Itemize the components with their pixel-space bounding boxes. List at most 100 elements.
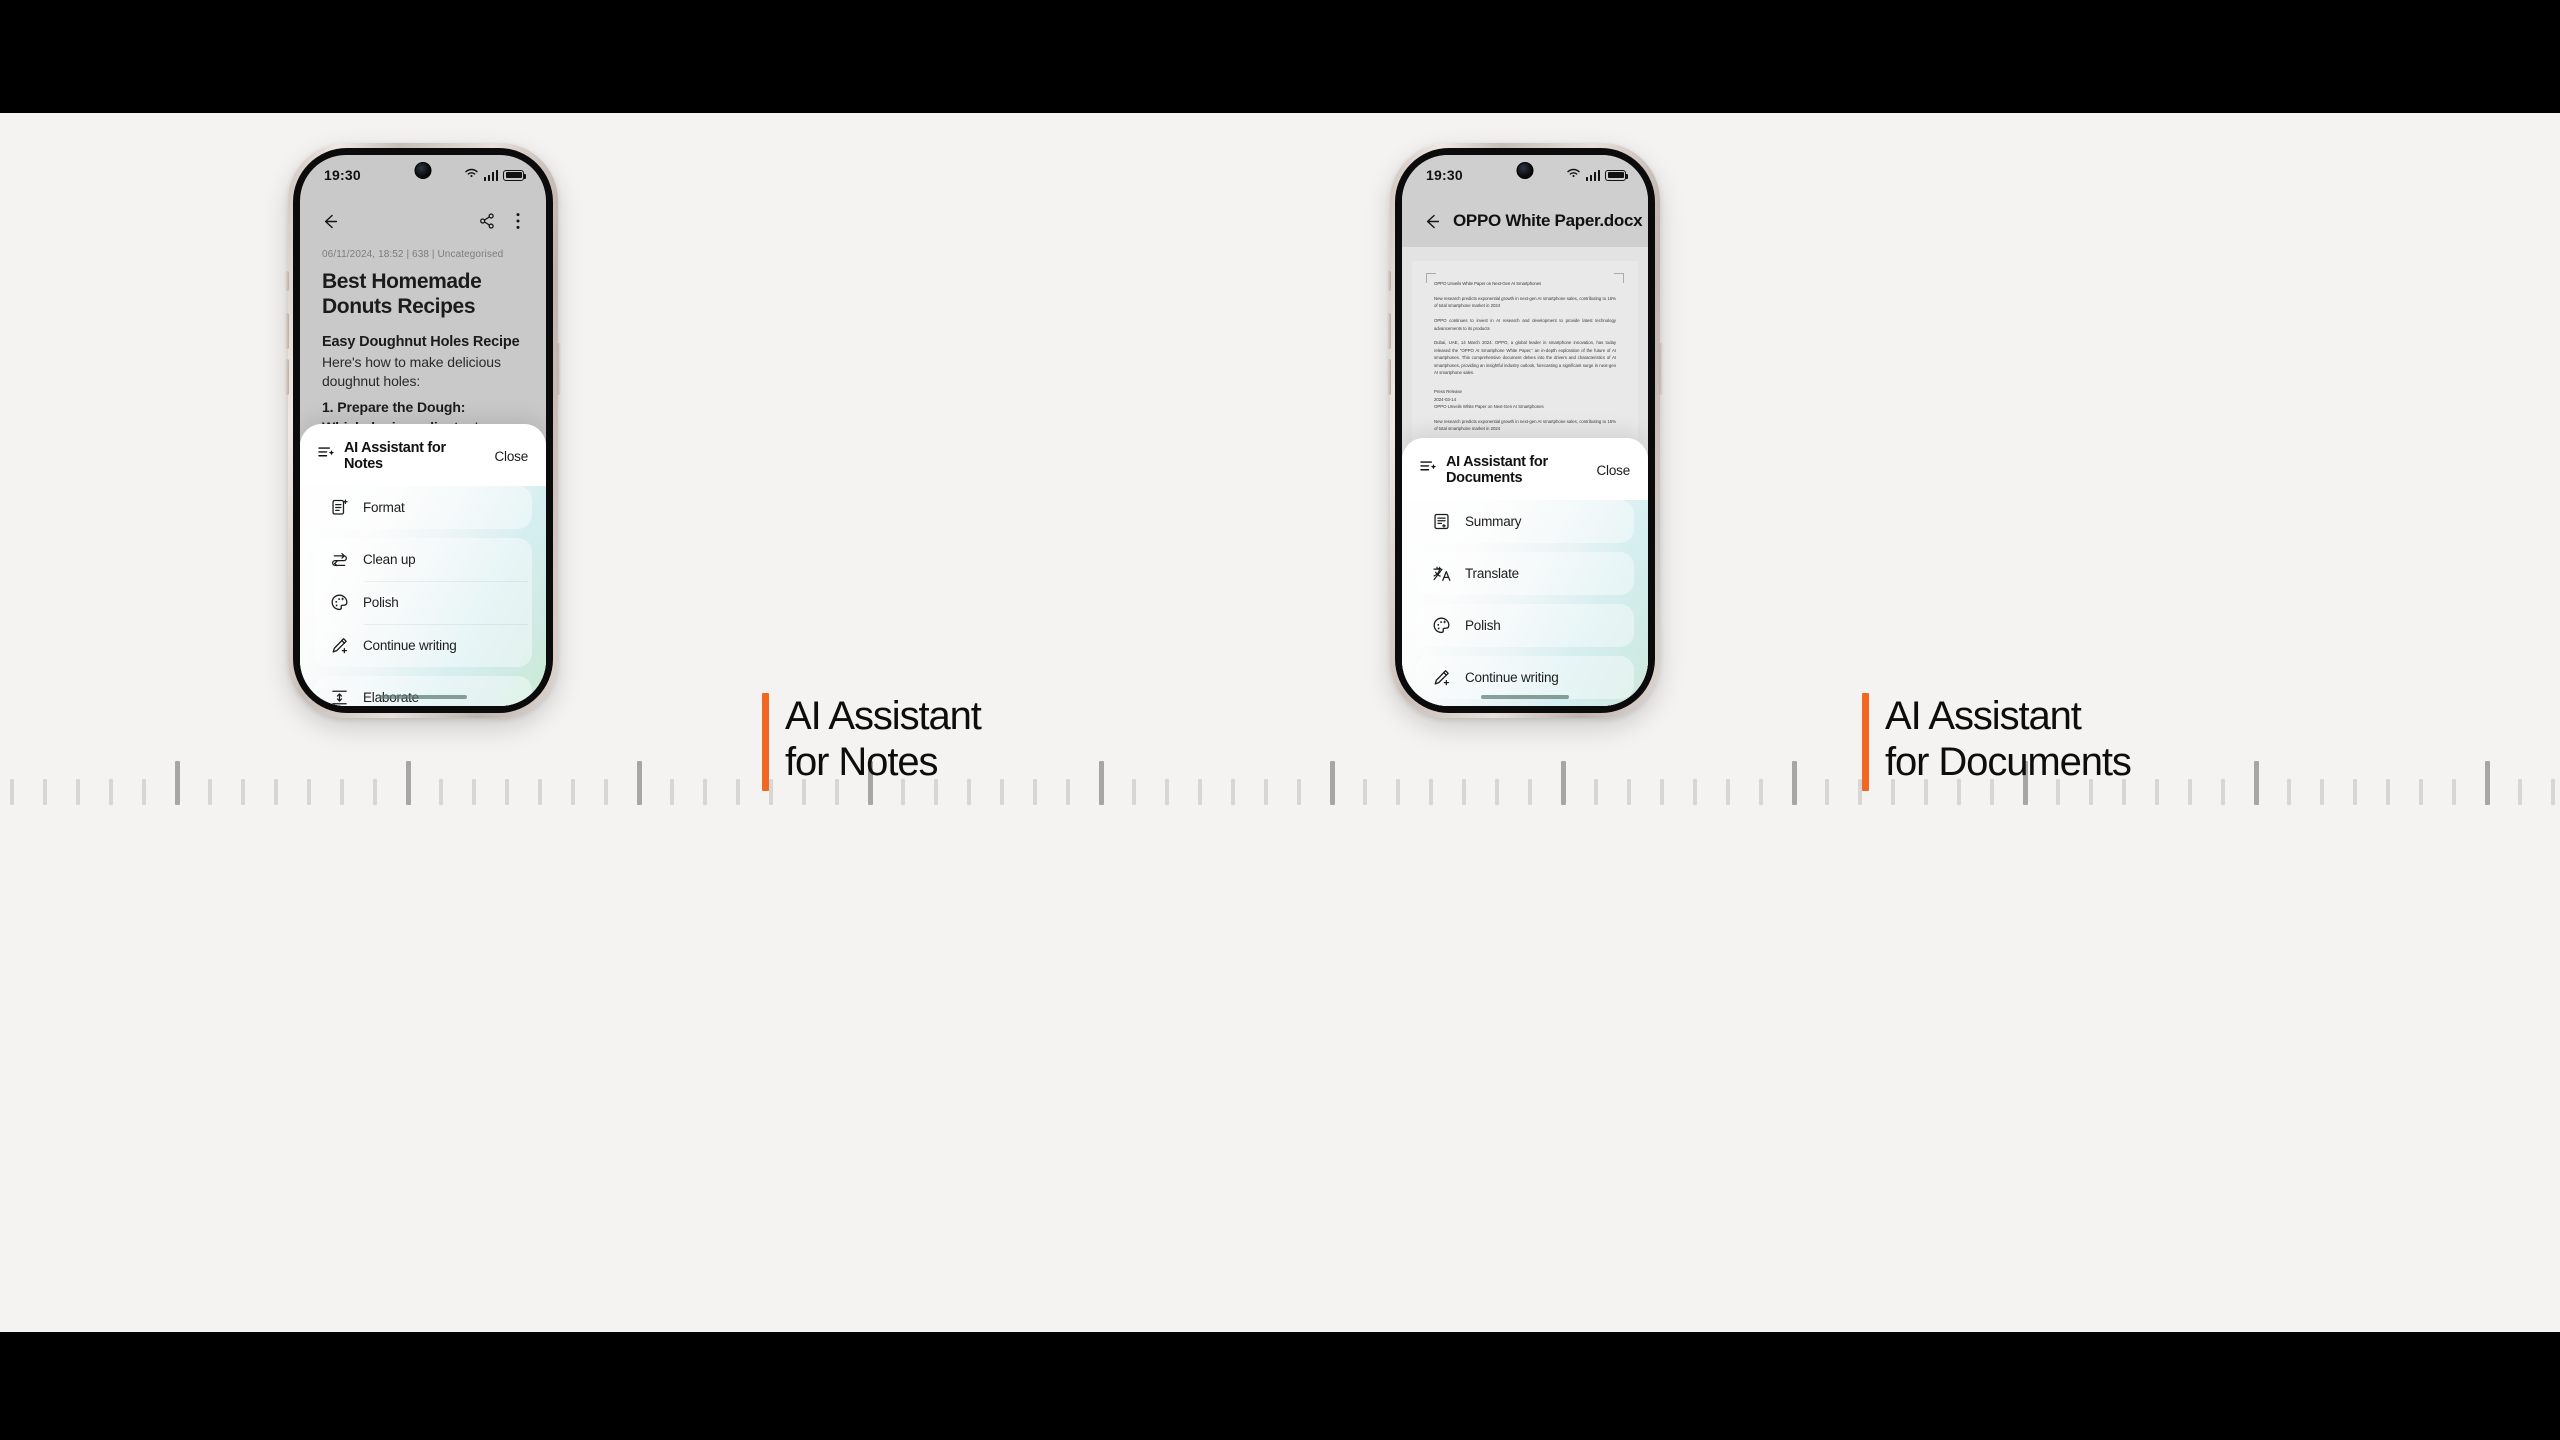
option-group: Continue writing <box>1416 656 1634 699</box>
ruler-tick <box>1132 779 1136 805</box>
ruler-tick <box>1528 779 1532 805</box>
status-bar: 19:30 <box>300 155 546 195</box>
ruler-tick-band <box>0 757 2560 805</box>
option-row-polish[interactable]: Polish <box>1416 604 1634 647</box>
summary-icon <box>1432 512 1451 531</box>
note-intro: Here's how to make delicious doughnut ho… <box>322 353 501 390</box>
crop-mark-top-right <box>1614 273 1624 283</box>
wifi-icon <box>464 166 479 184</box>
battery-icon <box>1605 169 1629 181</box>
ruler-tick <box>439 779 443 805</box>
ruler-tick <box>1429 779 1433 805</box>
document-app-bar: OPPO White Paper.docx <box>1402 195 1648 247</box>
option-label: Translate <box>1465 566 1519 581</box>
option-row-clean-up[interactable]: Clean up <box>314 538 532 581</box>
sheet-options-list: Format Clean up Polish Continue writing Elab… <box>300 456 546 706</box>
share-icon[interactable] <box>478 212 496 230</box>
back-arrow-icon[interactable] <box>320 212 339 231</box>
ruler-tick <box>1297 779 1301 805</box>
option-row-continue-writing[interactable]: Continue writing <box>314 624 532 667</box>
sheet-header: AI Assistant for Documents Close <box>1402 438 1648 500</box>
ruler-tick <box>736 779 740 805</box>
option-label: Continue writing <box>1465 670 1559 685</box>
mute-switch[interactable] <box>285 271 289 291</box>
ruler-tick <box>1066 779 1070 805</box>
ruler-tick <box>1264 779 1268 805</box>
ai-assistant-icon <box>318 446 335 466</box>
power-button[interactable] <box>1659 343 1663 395</box>
ruler-tick <box>109 779 113 805</box>
sheet-title: AI Assistant for Documents <box>1446 454 1548 486</box>
ruler-tick <box>2353 779 2357 805</box>
document-paragraph: Press Release <box>1434 389 1462 395</box>
phone-device-documents: 19:30 OPPO White Paper.docx OPPO Unveils… <box>1387 143 1663 718</box>
signal-bars-icon <box>483 169 498 181</box>
ruler-tick <box>2551 779 2555 805</box>
option-group: Format Clean up Polish Continue writing Elab… <box>314 486 532 706</box>
volume-down-button[interactable] <box>285 359 289 395</box>
polish-palette-icon <box>1432 616 1451 635</box>
option-row-translate[interactable]: Translate <box>1416 552 1634 595</box>
option-row-continue-writing[interactable]: Continue writing <box>1416 656 1634 699</box>
more-vertical-icon[interactable] <box>510 212 526 230</box>
ruler-tick <box>2254 761 2259 805</box>
status-bar: 19:30 <box>1402 155 1648 195</box>
option-label: Polish <box>1465 618 1501 633</box>
option-group: Format <box>314 486 532 529</box>
status-time: 19:30 <box>1426 167 1463 183</box>
option-row-format[interactable]: Format <box>314 486 532 529</box>
back-arrow-icon[interactable] <box>1422 212 1441 231</box>
option-row-summary[interactable]: Summary <box>1416 500 1634 543</box>
crop-mark-top-left <box>1426 273 1436 283</box>
note-step-title: 1. Prepare the Dough: <box>322 399 466 416</box>
ruler-tick <box>1363 779 1367 805</box>
option-row-polish[interactable]: Polish <box>314 581 532 624</box>
ruler-tick <box>1462 779 1466 805</box>
ruler-tick <box>274 779 278 805</box>
ruler-tick <box>670 779 674 805</box>
ruler-tick <box>1627 779 1631 805</box>
ruler-tick <box>1792 761 1797 805</box>
sheet-close-button[interactable]: Close <box>1596 463 1630 478</box>
volume-up-button[interactable] <box>1387 313 1391 349</box>
phone-device-notes: 19:30 06/11/2024, 18:52 | 638 | Uncatego… <box>285 143 561 718</box>
ruler-tick <box>1594 779 1598 805</box>
phone-screen-notes: 19:30 06/11/2024, 18:52 | 638 | Uncatego… <box>300 155 546 706</box>
option-row-elaborate[interactable]: Elaborate <box>314 676 532 706</box>
document-paragraph: Dubai, UAE, 14 March 2024: OPPO, a globa… <box>1434 340 1616 376</box>
ruler-tick <box>2188 779 2192 805</box>
wifi-icon <box>1566 166 1581 184</box>
volume-up-button[interactable] <box>285 313 289 349</box>
note-title: Best Homemade Donuts Recipes <box>322 270 482 318</box>
option-label: Format <box>363 500 405 515</box>
ai-assistant-sheet-documents: AI Assistant for Documents Close Summary… <box>1402 438 1648 706</box>
ruler-tick <box>1726 779 1730 805</box>
elaborate-expand-icon <box>330 688 349 706</box>
sheet-header: AI Assistant for Notes Close <box>300 424 546 486</box>
caption-notes: AI Assistant for Notes <box>762 693 982 791</box>
ruler-tick <box>1099 761 1104 805</box>
ai-assistant-sheet-notes: AI Assistant for Notes Close Format Clean… <box>300 424 546 706</box>
home-indicator[interactable] <box>1481 695 1569 699</box>
power-button[interactable] <box>557 343 561 395</box>
sheet-title: AI Assistant for Notes <box>344 440 446 472</box>
document-paragraph: OPPO Unveils White Paper on Next-Gen AI … <box>1434 404 1544 410</box>
option-label: Continue writing <box>363 638 457 653</box>
ruler-tick <box>637 761 642 805</box>
sheet-close-button[interactable]: Close <box>494 449 528 464</box>
option-group: SummaryTranslatePolishContinue writingEl… <box>1416 500 1634 706</box>
slide-canvas: 19:30 06/11/2024, 18:52 | 638 | Uncatego… <box>0 113 2560 1332</box>
option-label: Summary <box>1465 514 1522 529</box>
home-indicator[interactable] <box>379 695 467 699</box>
mute-switch[interactable] <box>1387 271 1391 291</box>
ruler-tick <box>340 779 344 805</box>
ruler-tick <box>175 761 180 805</box>
caption-documents: AI Assistant for Documents <box>1862 693 2132 791</box>
ruler-tick <box>307 779 311 805</box>
document-heading: OPPO Unveils White Paper on Next-Gen AI … <box>1434 281 1542 286</box>
ruler-tick <box>2452 779 2456 805</box>
option-label: Polish <box>363 595 399 610</box>
sheet-options-list: SummaryTranslatePolishContinue writingEl… <box>1402 470 1648 706</box>
volume-down-button[interactable] <box>1387 359 1391 395</box>
polish-palette-icon <box>330 593 349 612</box>
